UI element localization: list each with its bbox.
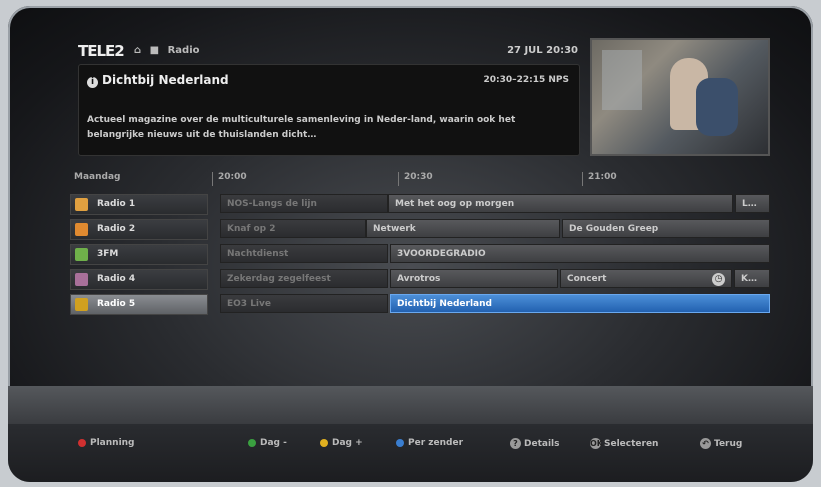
- program-cell[interactable]: 3VOORDEGRADIO: [390, 244, 770, 263]
- day-label: Maandag: [74, 172, 121, 182]
- details-button[interactable]: ? Details: [510, 438, 559, 449]
- back-button[interactable]: ↶ Terug: [700, 438, 742, 449]
- home-icon: ⌂: [134, 45, 142, 56]
- time-label: 20:30: [404, 172, 433, 182]
- program-cell-selected[interactable]: Dichtbij Nederland: [390, 294, 770, 313]
- program-cell[interactable]: De Gouden Greep: [562, 219, 770, 238]
- channel-logo-icon: [75, 198, 88, 211]
- program-cell[interactable]: Met het oog op morgen: [388, 194, 733, 213]
- select-button[interactable]: OKSelecteren: [590, 438, 658, 449]
- channel-radio-1[interactable]: Radio 1: [70, 194, 208, 215]
- menu-icon: ■: [149, 45, 160, 56]
- time-label: 20:00: [218, 172, 247, 182]
- program-cell[interactable]: Knaf op 2: [220, 219, 366, 238]
- channel-logo-icon: [75, 273, 88, 286]
- program-cell[interactable]: Nachtdienst: [220, 244, 388, 263]
- channel-3fm[interactable]: 3FM: [70, 244, 208, 265]
- reminder-clock-icon: ◷: [712, 273, 725, 286]
- breadcrumb-radio: Radio: [167, 45, 200, 56]
- channel-row: Radio 4 Zekerdag zegelfeest Avrotros Con…: [70, 269, 770, 290]
- program-cell[interactable]: Avrotros: [390, 269, 558, 288]
- video-preview: [590, 38, 770, 156]
- program-cell[interactable]: L…: [735, 194, 770, 213]
- per-channel-button[interactable]: Per zender: [396, 438, 463, 448]
- back-key-icon: ↶: [700, 438, 711, 449]
- time-tick: [212, 172, 213, 186]
- channel-radio-4[interactable]: Radio 4: [70, 269, 208, 290]
- program-cell[interactable]: NOS-Langs de lijn: [220, 194, 388, 213]
- program-cell[interactable]: Zekerdag zegelfeest: [220, 269, 388, 288]
- channel-logo-icon: [75, 248, 88, 261]
- bottom-band: [8, 386, 813, 424]
- program-cell[interactable]: Netwerk: [366, 219, 560, 238]
- breadcrumb: ⌂ ■ Radio: [134, 45, 205, 56]
- info-key-icon: ?: [510, 438, 521, 449]
- time-tick: [582, 172, 583, 186]
- info-icon: i: [87, 77, 98, 88]
- program-title: i Dichtbij Nederland: [87, 73, 229, 88]
- program-time: 20:30–22:15 NPS: [483, 75, 569, 85]
- planning-button[interactable]: Planning: [78, 438, 135, 448]
- channel-row: Radio 2 Knaf op 2 Netwerk De Gouden Gree…: [70, 219, 770, 240]
- datetime: 27 JUL 20:30: [507, 45, 578, 56]
- channel-logo-icon: [75, 298, 88, 311]
- footer-legend: Planning Dag - Dag + Per zender ? Details…: [8, 424, 813, 482]
- day-minus-button[interactable]: Dag -: [248, 438, 287, 448]
- time-tick: [398, 172, 399, 186]
- channel-row: 3FM Nachtdienst 3VOORDEGRADIO: [70, 244, 770, 265]
- program-info-panel: i Dichtbij Nederland 20:30–22:15 NPS Actu…: [78, 64, 580, 156]
- program-cell[interactable]: EO3 Live: [220, 294, 388, 313]
- ok-key-icon: OK: [590, 438, 603, 449]
- yellow-key-icon: [320, 438, 328, 447]
- blue-key-icon: [396, 438, 404, 447]
- green-key-icon: [248, 438, 256, 447]
- top-bar: TELE2 ⌂ ■ Radio 27 JUL 20:30: [78, 42, 578, 64]
- tele2-logo: TELE2: [78, 42, 125, 60]
- channel-row: Radio 1 NOS-Langs de lijn Met het oog op…: [70, 194, 770, 215]
- red-key-icon: [78, 438, 86, 447]
- day-plus-button[interactable]: Dag +: [320, 438, 363, 448]
- program-title-text: Dichtbij Nederland: [102, 73, 229, 87]
- channel-radio-5[interactable]: Radio 5: [70, 294, 208, 315]
- program-cell[interactable]: Concert ◷: [560, 269, 732, 288]
- program-cell[interactable]: K…: [734, 269, 770, 288]
- channel-row: Radio 5 EO3 Live Dichtbij Nederland: [70, 294, 770, 315]
- program-description: Actueel magazine over de multiculturele …: [87, 115, 516, 140]
- tv-screen: TELE2 ⌂ ■ Radio 27 JUL 20:30 i Dichtbij N…: [8, 6, 813, 482]
- preview-background: [602, 50, 642, 110]
- time-label: 21:00: [588, 172, 617, 182]
- program-cell-label: Concert: [567, 274, 607, 284]
- channel-logo-icon: [75, 223, 88, 236]
- preview-person-2: [696, 78, 738, 136]
- channel-radio-2[interactable]: Radio 2: [70, 219, 208, 240]
